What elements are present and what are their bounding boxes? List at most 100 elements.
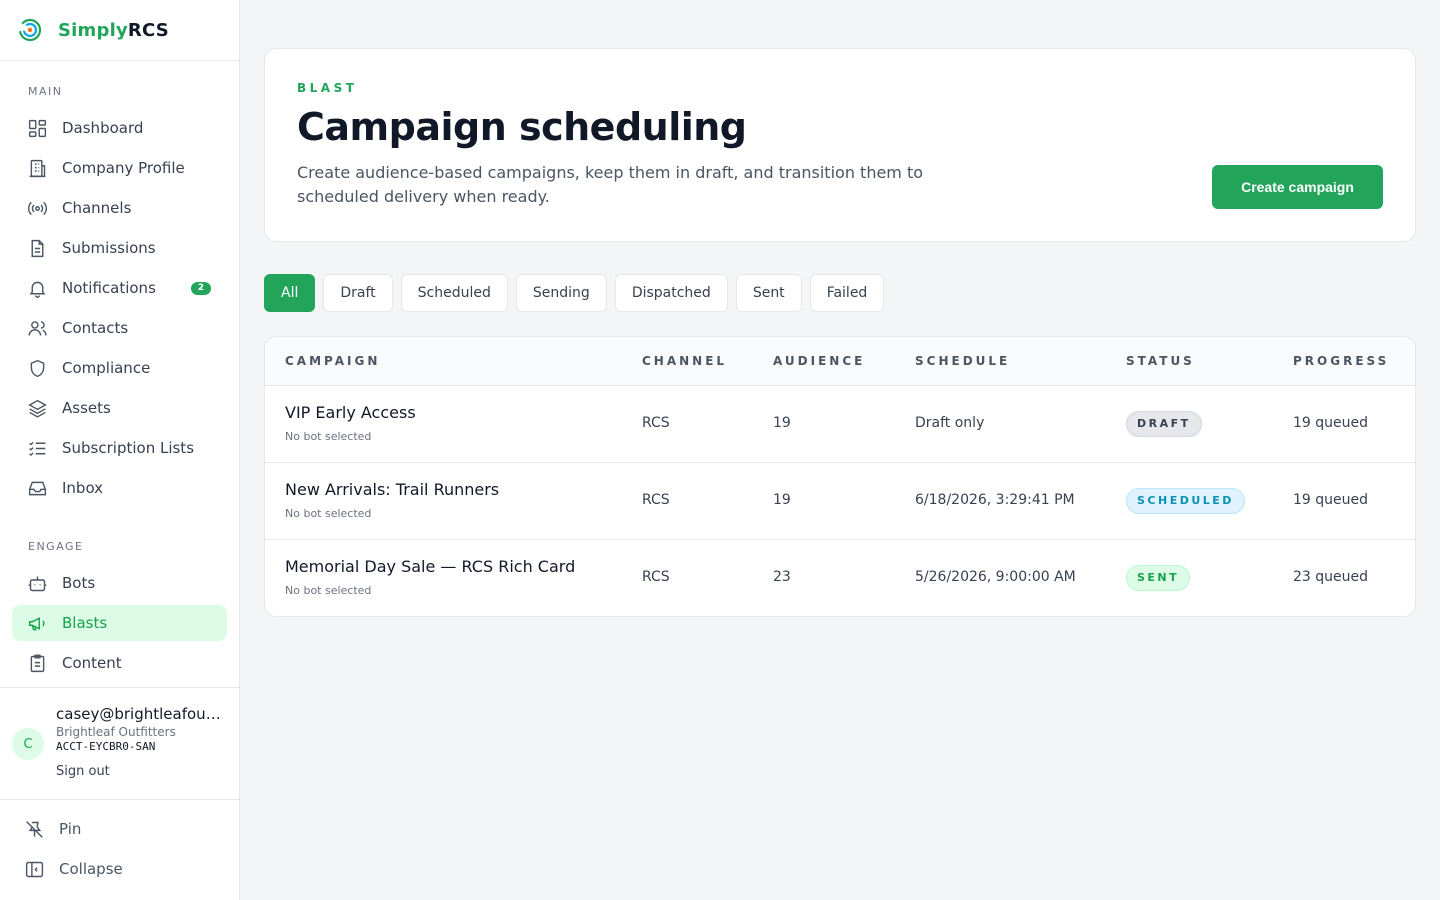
sidebar-item-bots[interactable]: Bots xyxy=(12,565,227,601)
inbox-icon xyxy=(28,481,47,495)
account-email: casey@brightleafoutfitters.com xyxy=(56,705,226,723)
sidebar-item-label: Assets xyxy=(62,399,111,417)
users-icon xyxy=(28,320,47,336)
sidebar-item-label: Compliance xyxy=(62,359,151,377)
sidebar-collapse-icon xyxy=(25,861,44,877)
filter-dispatched[interactable]: Dispatched xyxy=(614,274,728,312)
filter-sent[interactable]: Sent xyxy=(735,274,802,312)
status-cell: SCHEDULED xyxy=(1126,488,1245,514)
sidebar-item-label: Content xyxy=(62,654,122,672)
avatar[interactable]: C xyxy=(12,728,44,760)
clipboard-icon xyxy=(30,653,45,672)
campaign-progress: 23 queued xyxy=(1293,569,1369,585)
sidebar-item-label: Blasts xyxy=(62,614,108,632)
brand-name: SimplyRCS xyxy=(58,20,169,41)
building-icon xyxy=(29,159,46,177)
campaign-schedule: 5/26/2026, 9:00:00 AM xyxy=(915,569,1076,585)
status-badge: SENT xyxy=(1126,565,1191,591)
column-header-status[interactable]: STATUS xyxy=(1126,354,1195,368)
collapse-control: Collapse xyxy=(12,851,227,891)
section-label-main: MAIN xyxy=(28,85,63,98)
sidebar-item-compliance[interactable]: Compliance xyxy=(12,350,227,386)
campaign-name[interactable]: New Arrivals: Trail Runners xyxy=(285,480,499,499)
checklist-icon xyxy=(29,441,46,456)
column-header-progress[interactable]: PROGRESS xyxy=(1293,354,1389,368)
status-badge: SCHEDULED xyxy=(1126,488,1245,514)
campaign-bot: No bot selected xyxy=(285,507,372,520)
campaign-audience: 19 xyxy=(773,415,791,431)
sidebar-item-submissions[interactable]: Submissions xyxy=(12,230,227,266)
brand[interactable]: SimplyRCS xyxy=(0,0,239,61)
brand-name-part-a: Simply xyxy=(58,19,128,41)
brand-name-part-b: RCS xyxy=(127,19,169,41)
campaign-schedule: Draft only xyxy=(915,415,985,431)
status-cell: SENT xyxy=(1126,565,1191,591)
bot-icon xyxy=(28,576,47,591)
table-row[interactable]: New Arrivals: Trail Runners No bot selec… xyxy=(265,463,1415,540)
sidebar-item-label: Subscription Lists xyxy=(62,439,195,457)
pin-label: Pin xyxy=(59,820,82,838)
sidebar-item-label: Channels xyxy=(62,199,132,217)
status-cell: DRAFT xyxy=(1126,411,1202,437)
campaign-bot: No bot selected xyxy=(285,430,372,443)
campaign-audience: 19 xyxy=(773,492,791,508)
column-header-audience[interactable]: AUDIENCE xyxy=(773,354,865,368)
notification-count-badge: 2 xyxy=(190,281,211,295)
account-id: ACCT-EYCBR0-SAN xyxy=(56,740,156,753)
status-badge: DRAFT xyxy=(1126,411,1202,437)
campaign-channel: RCS xyxy=(642,569,670,585)
logo-icon xyxy=(18,18,42,42)
campaign-audience: 23 xyxy=(773,569,791,585)
campaign-progress: 19 queued xyxy=(1293,492,1369,508)
sidebar-item-inbox[interactable]: Inbox xyxy=(12,470,227,506)
campaign-channel: RCS xyxy=(642,415,670,431)
sidebar-item-company-profile[interactable]: Company Profile xyxy=(12,150,227,186)
dashboard-icon xyxy=(28,119,47,137)
collapse-label: Collapse xyxy=(59,860,123,878)
campaign-channel: RCS xyxy=(642,492,670,508)
column-header-channel[interactable]: CHANNEL xyxy=(642,354,727,368)
filter-draft[interactable]: Draft xyxy=(323,274,393,312)
filter-sending[interactable]: Sending xyxy=(515,274,607,312)
pin-button[interactable]: Pin xyxy=(12,811,227,847)
campaign-bot: No bot selected xyxy=(285,584,372,597)
bell-icon xyxy=(29,281,46,298)
page-title: Campaign scheduling xyxy=(297,105,747,149)
column-header-schedule[interactable]: SCHEDULE xyxy=(915,354,1010,368)
filter-failed[interactable]: Failed xyxy=(809,274,885,312)
table-row[interactable]: Memorial Day Sale — RCS Rich Card No bot… xyxy=(265,540,1415,616)
filter-all[interactable]: All xyxy=(264,274,316,312)
sidebar-item-channels[interactable]: Channels xyxy=(12,190,227,226)
filter-scheduled[interactable]: Scheduled xyxy=(400,274,508,312)
megaphone-icon xyxy=(28,616,45,630)
sidebar-item-contacts[interactable]: Contacts xyxy=(12,310,227,346)
page-subtitle: Create audience-based campaigns, keep th… xyxy=(297,163,924,206)
page-header-card: BLAST Campaign scheduling Create audienc… xyxy=(264,48,1416,242)
campaign-name[interactable]: VIP Early Access xyxy=(285,403,416,422)
sign-out-link[interactable]: Sign out xyxy=(56,764,110,779)
pin-off-icon xyxy=(26,820,43,838)
collapse-button[interactable]: Collapse xyxy=(12,851,227,887)
sidebar-item-subscription-lists[interactable]: Subscription Lists xyxy=(12,430,227,466)
engage-nav: Bots Blasts Content xyxy=(12,565,227,685)
page-eyebrow: BLAST xyxy=(297,81,358,95)
document-icon xyxy=(31,239,44,257)
account-company: Brightleaf Outfitters xyxy=(56,725,176,739)
sidebar-item-notifications[interactable]: Notifications 2 xyxy=(12,270,227,306)
broadcast-icon xyxy=(27,201,48,215)
sidebar-item-content[interactable]: Content xyxy=(12,645,227,681)
sidebar-item-blasts[interactable]: Blasts xyxy=(12,605,227,641)
sidebar-item-label: Notifications xyxy=(62,279,156,297)
sidebar-item-label: Inbox xyxy=(62,479,104,497)
campaign-progress: 19 queued xyxy=(1293,415,1369,431)
campaign-name[interactable]: Memorial Day Sale — RCS Rich Card xyxy=(285,557,575,576)
create-campaign-button[interactable]: Create campaign xyxy=(1212,165,1383,209)
sidebar-item-dashboard[interactable]: Dashboard xyxy=(12,110,227,146)
shield-icon xyxy=(30,359,45,377)
table-row[interactable]: VIP Early Access No bot selected RCS 19 … xyxy=(265,386,1415,463)
column-header-campaign[interactable]: CAMPAIGN xyxy=(285,354,380,368)
sidebar-item-assets[interactable]: Assets xyxy=(12,390,227,426)
sidebar-item-label: Bots xyxy=(62,574,96,592)
sidebar-item-label: Dashboard xyxy=(62,119,144,137)
layers-icon xyxy=(28,399,47,418)
